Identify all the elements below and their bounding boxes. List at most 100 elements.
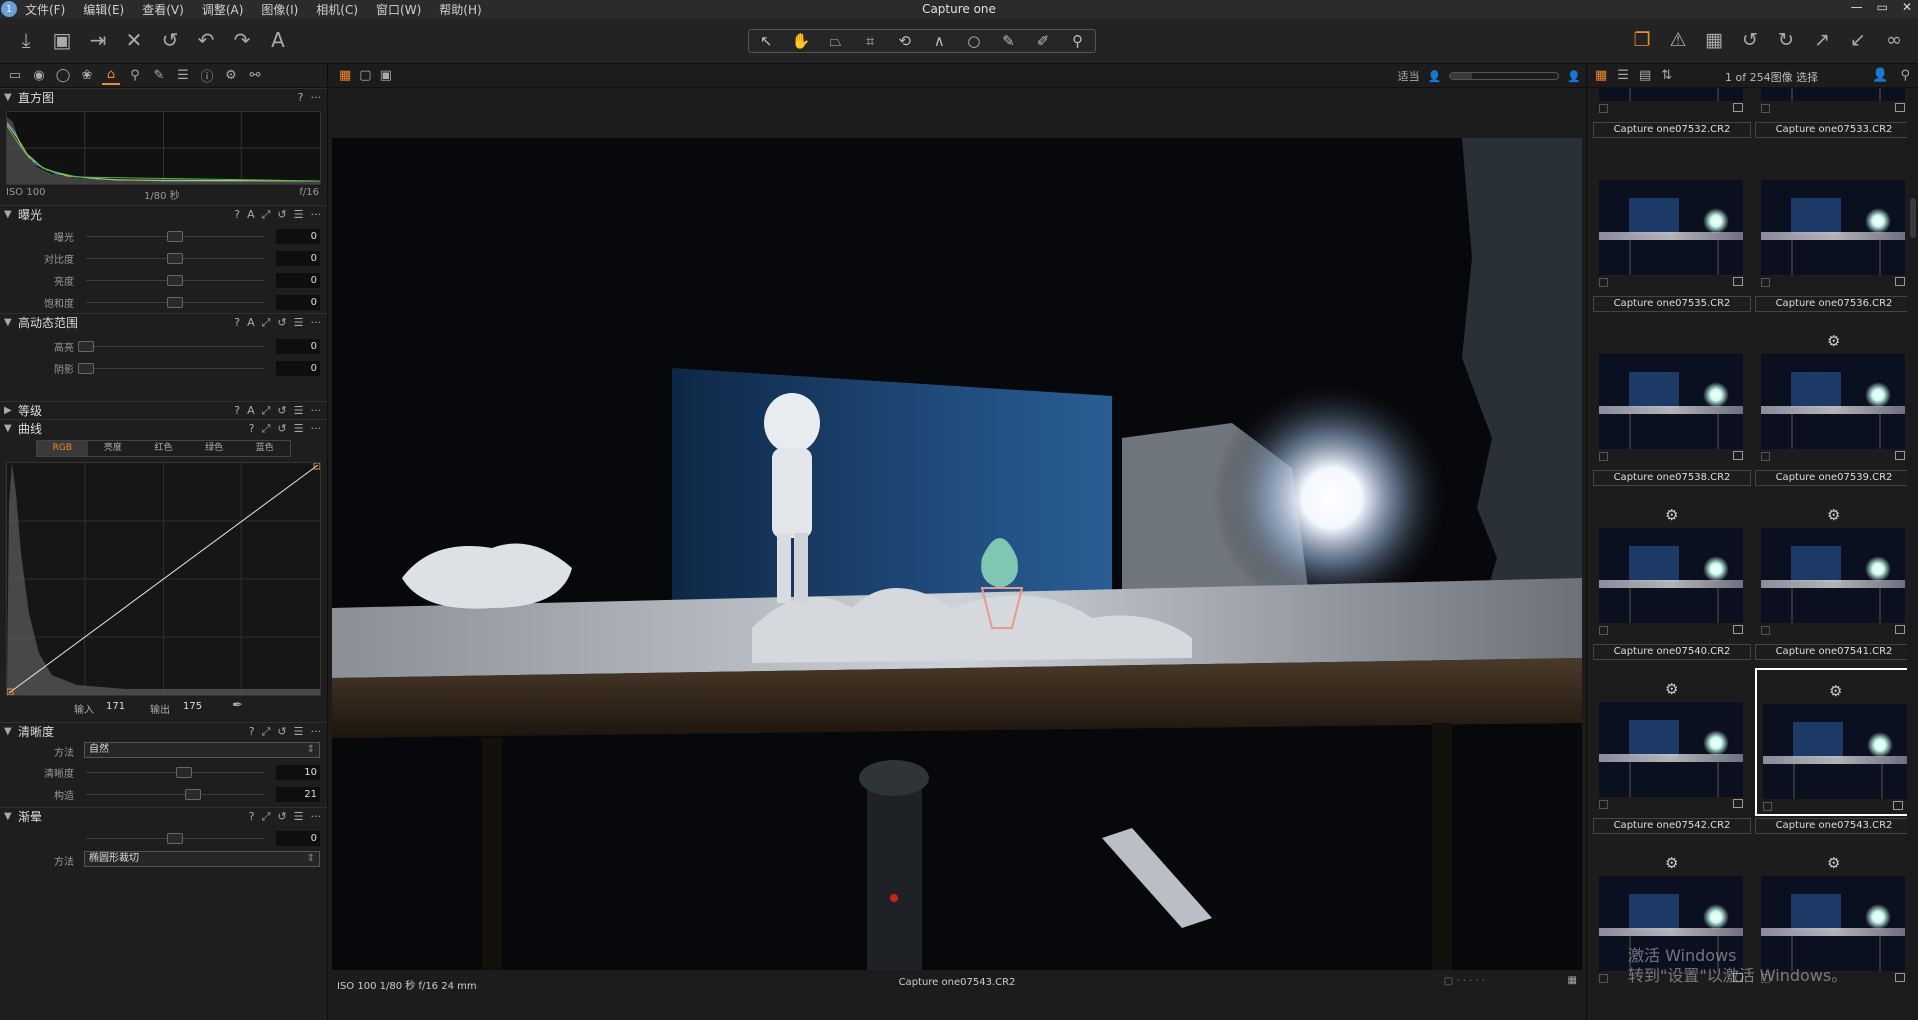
copy-icon[interactable]: ⤢ <box>262 208 271 222</box>
help-icon[interactable]: ? <box>234 208 240 222</box>
expand-arrow-icon[interactable]: ▶ <box>4 405 18 416</box>
slider-value-field[interactable]: 0 <box>276 229 320 244</box>
select-checkbox[interactable] <box>1761 104 1770 113</box>
rotate-left-icon[interactable]: ↺ <box>1736 26 1764 54</box>
grid-view-icon[interactable]: ▦ <box>1595 68 1607 83</box>
select-checkbox[interactable] <box>1599 278 1608 287</box>
maximize-icon[interactable]: ▭ <box>1877 0 1888 14</box>
levels-header[interactable]: ▶ 等级 ? A ⤢ ↺ ☰ ··· <box>0 401 327 419</box>
slider-value-field[interactable]: 0 <box>276 831 320 846</box>
slider-value-field[interactable]: 0 <box>276 251 320 266</box>
more-icon[interactable]: ··· <box>311 208 322 222</box>
delete-icon[interactable]: ✕ <box>120 26 148 54</box>
help-icon[interactable]: ? <box>234 404 240 418</box>
menu-item[interactable]: 文件(F) <box>25 1 65 18</box>
collapse-arrow-icon[interactable]: ▼ <box>4 423 18 434</box>
reset-icon[interactable]: ↺ <box>277 404 286 418</box>
import-icon[interactable]: ⤓ <box>12 26 40 54</box>
select-checkbox[interactable] <box>1599 104 1608 113</box>
help-icon[interactable]: ? <box>298 91 304 104</box>
help-icon[interactable]: ? <box>249 725 255 739</box>
help-icon[interactable]: ? <box>249 422 255 436</box>
zoom-slider[interactable] <box>1449 72 1560 80</box>
curve-channel-tab[interactable]: RGB <box>37 441 88 456</box>
thumbnail-image[interactable] <box>1599 354 1743 449</box>
color-icon[interactable]: ❀ <box>78 67 96 85</box>
reset-icon[interactable]: ↺ <box>277 725 286 739</box>
exposure-tab-icon[interactable]: ⌂ <box>102 67 120 85</box>
variants-icon[interactable]: ❐ <box>1628 26 1656 54</box>
hand-pan-icon[interactable]: ✋ <box>784 32 818 50</box>
details-icon[interactable]: ⚲ <box>126 67 144 85</box>
slider-knob[interactable] <box>167 275 183 286</box>
select-checkbox[interactable] <box>1599 800 1608 809</box>
thumbnail-image[interactable] <box>1763 704 1907 799</box>
user-icon[interactable]: 👤 <box>1872 68 1888 83</box>
slider-value-field[interactable]: 0 <box>276 273 320 288</box>
compare-view-icon[interactable]: ▣ <box>380 68 392 83</box>
collapse-arrow-icon[interactable]: ▼ <box>4 92 18 103</box>
copy-icon[interactable]: ⤢ <box>262 404 271 418</box>
more-icon[interactable]: ··· <box>311 422 322 436</box>
copy-icon[interactable]: ⤢ <box>262 316 271 330</box>
thumbnail-image[interactable] <box>1761 528 1905 623</box>
more-icon[interactable]: ··· <box>311 810 322 824</box>
thumbnail-image[interactable] <box>1761 180 1905 275</box>
menu-item[interactable]: 相机(C) <box>316 1 358 18</box>
menu-item[interactable]: 图像(I) <box>261 1 298 18</box>
slider-knob[interactable] <box>167 231 183 242</box>
capture-icon[interactable]: ◉ <box>30 67 48 85</box>
minimize-icon[interactable]: — <box>1851 0 1863 14</box>
slider-knob[interactable] <box>184 789 201 800</box>
redo-icon[interactable]: ↷ <box>228 26 256 54</box>
exposure-header[interactable]: ▼ 曝光 ? A ⤢ ↺ ☰ ··· <box>0 205 327 223</box>
histogram-header[interactable]: ▼ 直方图 ? ··· <box>0 88 327 106</box>
thumbnail-image[interactable] <box>1761 876 1905 971</box>
thumbnail-image[interactable] <box>1761 354 1905 449</box>
thumbnail-image[interactable] <box>1599 528 1743 623</box>
fit-label[interactable]: 适当 <box>1398 68 1420 84</box>
vignette-header[interactable]: ▼ 渐晕 ? ⤢ ↺ ☰ ··· <box>0 807 327 825</box>
presets-icon[interactable]: ☰ <box>294 316 304 330</box>
select-checkbox[interactable] <box>1599 626 1608 635</box>
more-icon[interactable]: ··· <box>311 725 322 739</box>
search-icon[interactable]: ⚲ <box>1900 68 1910 83</box>
layout-icon[interactable]: ▦ <box>1568 975 1577 986</box>
slider-value-field[interactable]: 10 <box>276 765 320 780</box>
select-checkbox[interactable] <box>1763 802 1772 811</box>
brush-icon[interactable]: ✎ <box>991 32 1025 50</box>
help-icon[interactable]: ? <box>249 810 255 824</box>
curve-graph[interactable] <box>6 462 321 696</box>
collapse-arrow-icon[interactable]: ▼ <box>4 209 18 220</box>
auto-icon[interactable]: A <box>247 316 255 330</box>
select-checkbox[interactable] <box>1761 452 1770 461</box>
slider-value-field[interactable]: 21 <box>276 787 320 802</box>
more-icon[interactable]: ··· <box>311 316 322 330</box>
thumbnail-image[interactable] <box>1599 702 1743 797</box>
thumbnail-image[interactable] <box>1599 876 1743 971</box>
rotate-right-icon[interactable]: ↻ <box>1772 26 1800 54</box>
curve-picker-icon[interactable]: ✒ <box>232 698 243 713</box>
auto-icon[interactable]: A <box>247 208 255 222</box>
scrollbar-thumb[interactable] <box>1910 198 1916 238</box>
slider-knob[interactable] <box>78 363 94 374</box>
collapse-arrow-icon[interactable]: ▼ <box>4 726 18 737</box>
apply-adjustments-icon[interactable]: ↙ <box>1844 26 1872 54</box>
list-view-icon[interactable]: ☰ <box>1617 68 1629 83</box>
presets-icon[interactable]: ☰ <box>294 725 304 739</box>
copy-icon[interactable]: ⤢ <box>262 422 271 436</box>
collapse-arrow-icon[interactable]: ▼ <box>4 317 18 328</box>
slider-track[interactable] <box>86 794 264 795</box>
batch-icon[interactable]: ⚯ <box>246 67 264 85</box>
rating-dots[interactable]: ▢ · · · · · <box>1444 976 1485 987</box>
undo-icon[interactable]: ↶ <box>192 26 220 54</box>
slider-value-field[interactable]: 0 <box>276 361 320 376</box>
collapse-arrow-icon[interactable]: ▼ <box>4 811 18 822</box>
warning-icon[interactable]: ⚠ <box>1664 26 1692 54</box>
filmstrip-view-icon[interactable]: ▤ <box>1639 68 1651 83</box>
slider-value-field[interactable]: 0 <box>276 295 320 310</box>
slider-knob[interactable] <box>167 253 183 264</box>
gradient-brush-icon[interactable]: ✐ <box>1026 32 1060 50</box>
menu-item[interactable]: 编辑(E) <box>83 1 124 18</box>
settings-icon[interactable]: ⚙ <box>222 67 240 85</box>
